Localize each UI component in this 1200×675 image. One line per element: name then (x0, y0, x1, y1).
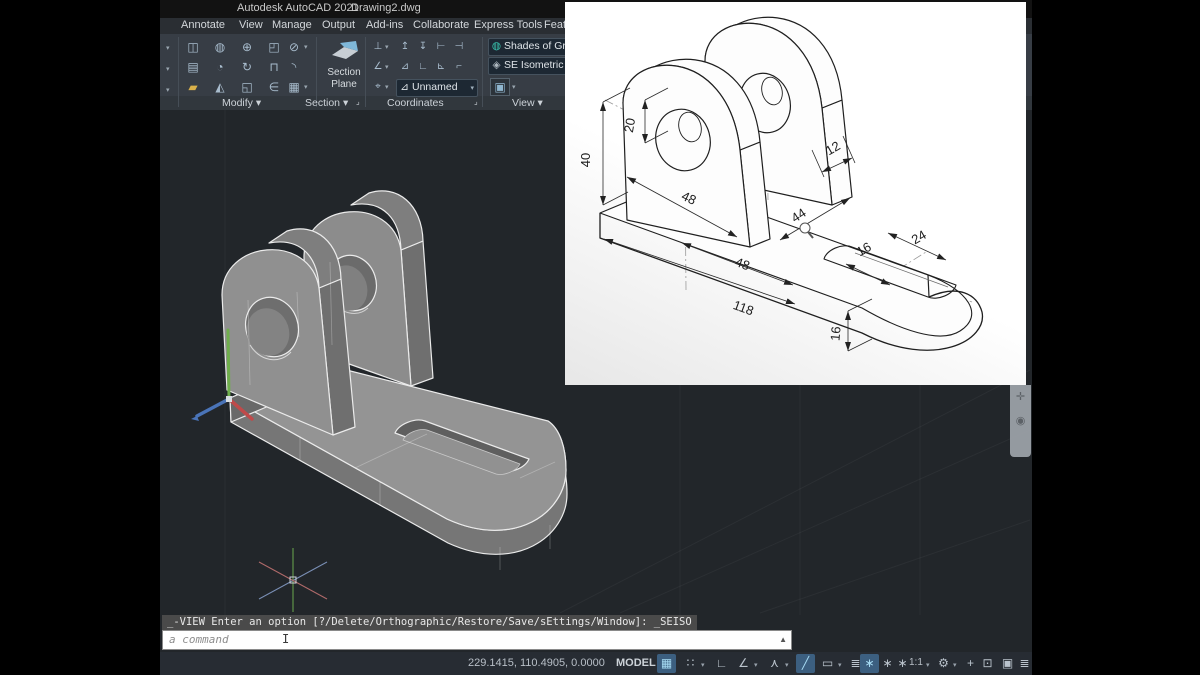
section-plane-icon (328, 39, 362, 65)
section-panel-label[interactable]: Section ▾ (305, 97, 348, 109)
visual-styles-manager-icon[interactable]: ▣ (490, 78, 510, 96)
dim-16-base: 16 (827, 326, 843, 342)
settings-gear-icon[interactable]: ⚙ (934, 654, 953, 673)
trim-icon[interactable]: ⊘ (285, 39, 303, 55)
move-icon[interactable]: ⊕ (238, 39, 256, 55)
tab-add-ins[interactable]: Add-ins (366, 19, 403, 31)
solid-model[interactable] (222, 191, 567, 570)
rotate-icon[interactable]: ↻ (238, 59, 256, 75)
fillet-icon[interactable]: ◝ (285, 59, 303, 75)
align-icon[interactable]: ◭ (211, 79, 229, 95)
clipped-flyout-arrow[interactable]: ▾ (166, 86, 170, 94)
tab-featured-apps[interactable]: Feat (544, 19, 566, 31)
reference-drawing: 40 20 48 12 44 24 16 48 118 16 (565, 2, 1026, 385)
model-space-button[interactable]: MODEL (616, 657, 656, 669)
tab-manage[interactable]: Manage (272, 19, 312, 31)
ucs-x-icon[interactable]: ⊿ (396, 59, 414, 75)
coordinates-panel-launcher[interactable]: ⌟ (474, 97, 478, 106)
status-bar: 229.1415, 110.4905, 0.0000 MODEL ▦ ∷ ▾ ∟… (160, 652, 1032, 675)
ucs-world-icon[interactable]: ↥ (396, 39, 414, 55)
view-compass-icon: ◈ (489, 58, 504, 73)
isodraft-flyout-arrow[interactable]: ▾ (785, 661, 789, 669)
dynamic-input-icon[interactable]: ▭ (818, 654, 837, 673)
ucs-z-flyout-arrow[interactable]: ▾ (385, 63, 389, 71)
clipped-flyout-arrow[interactable]: ▾ (166, 65, 170, 73)
ucs-previous-icon[interactable]: ↧ (414, 39, 432, 55)
grid-icon[interactable]: ▦ (657, 654, 676, 673)
view-panel-label[interactable]: View ▾ (512, 97, 543, 109)
polar-flyout-arrow[interactable]: ▾ (754, 661, 758, 669)
pan-icon[interactable]: ✛ (1010, 385, 1031, 409)
scale-flyout-arrow[interactable]: ▾ (926, 661, 930, 669)
trim-flyout-arrow[interactable]: ▾ (304, 43, 308, 51)
settings-flyout-arrow[interactable]: ▾ (953, 661, 957, 669)
annotation-visibility-icon[interactable]: ∗ (860, 654, 879, 673)
snap-flyout-arrow[interactable]: ▾ (701, 661, 705, 669)
dim-20: 20 (621, 117, 638, 134)
visual-style-icon: ◍ (489, 39, 504, 54)
erase-icon[interactable]: ▰ (184, 79, 202, 95)
reference-drawing-overlay: 40 20 48 12 44 24 16 48 118 16 (565, 2, 1026, 385)
dyninput-flyout-arrow[interactable]: ▾ (838, 661, 842, 669)
scale-icon[interactable]: ⊓ (265, 59, 283, 75)
clipped-flyout-arrow[interactable]: ▾ (166, 44, 170, 52)
isolate-objects-icon[interactable]: ⊡ (978, 654, 997, 673)
dim-44: 44 (788, 205, 808, 225)
ucs-object-icon[interactable]: ⊣ (450, 39, 468, 55)
ucs-face-icon[interactable]: ⊢ (432, 39, 450, 55)
command-history-line: _-VIEW Enter an option [?/Delete/Orthogr… (162, 615, 697, 630)
array-icon[interactable]: ◔ (211, 59, 229, 75)
polar-tracking-icon[interactable]: ∠ (734, 654, 753, 673)
copy-icon[interactable]: ◰ (265, 39, 283, 55)
command-input[interactable]: a command I ▲ (162, 630, 792, 650)
app-title: Autodesk AutoCAD 2021 (237, 2, 359, 14)
ucs-small-icon: ⊿ (397, 80, 412, 95)
orbit-icon[interactable]: ◉ (1010, 409, 1031, 433)
command-placeholder: a command (169, 633, 229, 646)
snap-icon[interactable]: ∷ (681, 654, 700, 673)
document-title: Drawing2.dwg (351, 2, 421, 14)
part-outline (600, 17, 982, 350)
coordinates-readout: 229.1415, 110.4905, 0.0000 (468, 657, 605, 669)
vs-flyout-arrow[interactable]: ▾ (512, 83, 516, 91)
array-rect-icon[interactable]: ▦ (285, 79, 303, 95)
array-flyout-arrow[interactable]: ▾ (304, 83, 308, 91)
object-snap-icon[interactable]: ╱ (796, 654, 815, 673)
annotation-scale-value[interactable]: 1:1 (909, 657, 923, 668)
tab-express-tools[interactable]: Express Tools (474, 19, 542, 31)
ucs-3point-icon[interactable]: ⊾ (432, 59, 450, 75)
mirror-icon[interactable]: ◫ (184, 39, 202, 55)
ucs-flyout-arrow[interactable]: ▾ (385, 43, 389, 51)
modify-panel-label[interactable]: Modify ▾ (222, 97, 261, 109)
tab-collaborate[interactable]: Collaborate (413, 19, 469, 31)
ucs-named-flyout-arrow[interactable]: ▾ (385, 83, 389, 91)
tab-view[interactable]: View (239, 19, 263, 31)
explode-icon[interactable]: ▤ (184, 59, 202, 75)
tab-annotate[interactable]: Annotate (181, 19, 225, 31)
stretch-icon[interactable]: ◱ (238, 79, 256, 95)
dim-40: 40 (578, 153, 593, 167)
ucs-y-icon[interactable]: ∟ (414, 59, 432, 75)
coordinates-panel-label[interactable]: Coordinates (387, 97, 444, 109)
ucs-name-dropdown[interactable]: ⊿Unnamed▾ (396, 79, 478, 97)
navigation-bar[interactable]: ✛ ◉ (1010, 385, 1031, 457)
section-panel-launcher[interactable]: ⌟ (356, 97, 360, 106)
offset-icon[interactable]: ∈ (265, 79, 283, 95)
dim-118: 118 (731, 297, 756, 318)
screenshot-stage: Autodesk AutoCAD 2021 Drawing2.dwg Annot… (0, 0, 1200, 675)
section-plane-button[interactable]: Section Plane (318, 37, 370, 95)
crosshair-cursor (259, 548, 327, 612)
blend-icon[interactable]: ◍ (211, 39, 229, 55)
command-expand-arrow[interactable]: ▲ (779, 635, 787, 644)
text-cursor: I (282, 632, 289, 646)
ucs-origin-icon[interactable]: ⌐ (450, 59, 468, 75)
tab-output[interactable]: Output (322, 19, 355, 31)
ortho-icon[interactable]: ∟ (712, 654, 731, 673)
hamburger-menu-icon[interactable]: ≣ (1015, 654, 1034, 673)
isodraft-icon[interactable]: ⋏ (765, 654, 784, 673)
